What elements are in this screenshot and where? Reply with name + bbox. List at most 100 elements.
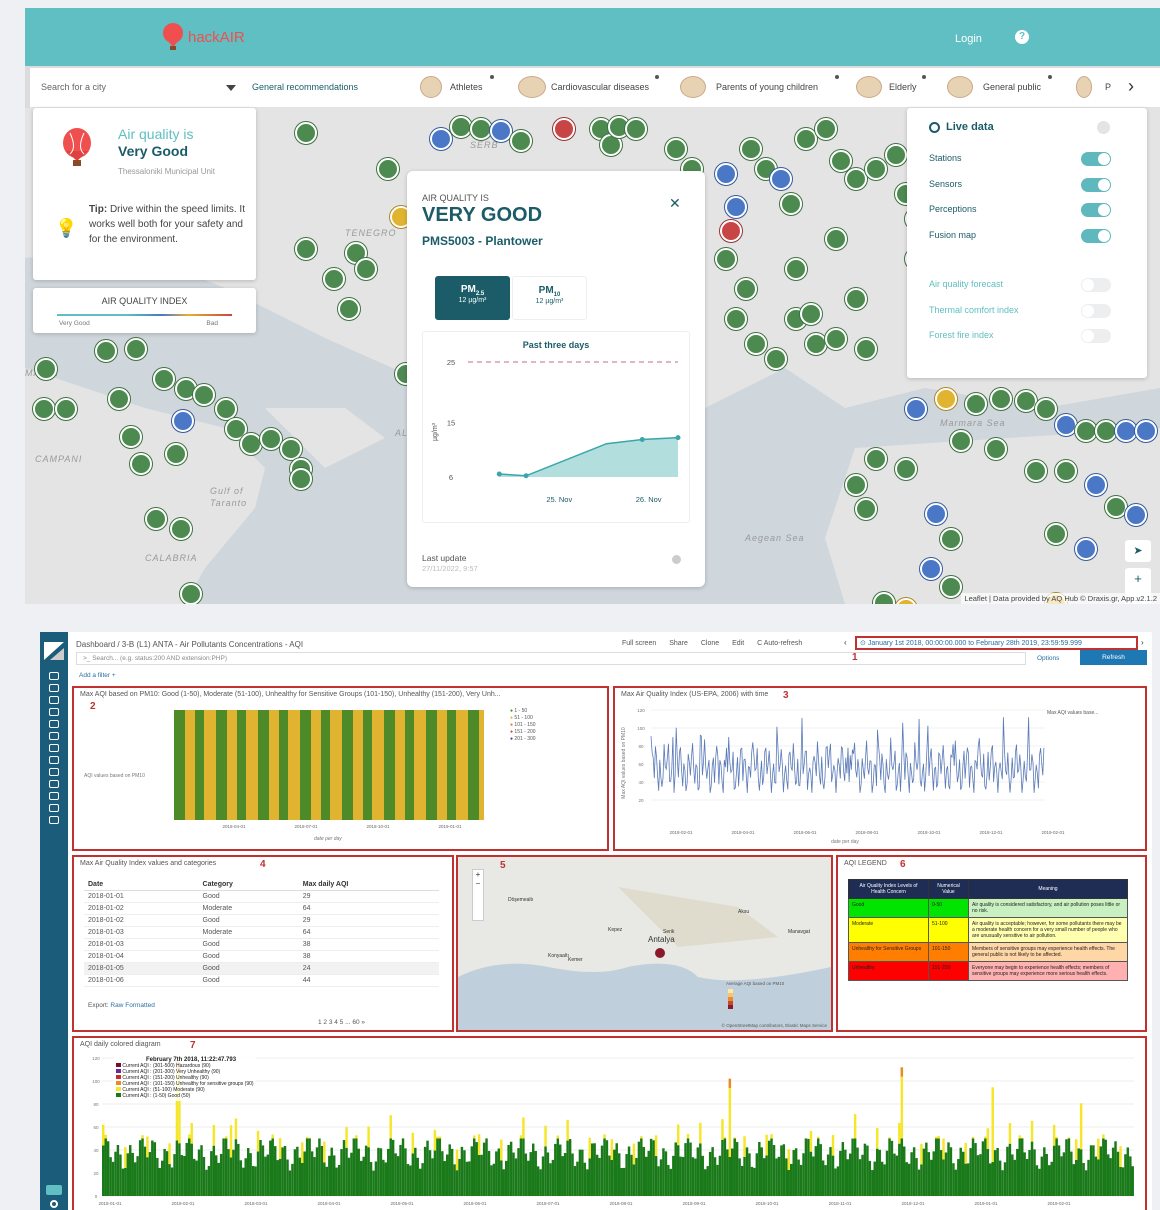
table-row[interactable]: 2018-01-02 Good 29 xyxy=(84,914,439,927)
locate-icon[interactable]: ➤ xyxy=(1125,540,1151,562)
station-pin-icon[interactable] xyxy=(765,348,787,370)
filter-more[interactable]: P xyxy=(1105,82,1111,92)
station-pin-icon[interactable] xyxy=(825,328,847,350)
station-pin-icon[interactable] xyxy=(625,118,647,140)
station-pin-icon[interactable] xyxy=(260,428,282,450)
station-pin-icon[interactable] xyxy=(935,388,957,410)
station-pin-icon[interactable] xyxy=(990,388,1012,410)
maps-icon[interactable] xyxy=(49,732,59,740)
station-pin-icon[interactable] xyxy=(215,398,237,420)
station-pin-icon[interactable] xyxy=(895,458,917,480)
station-pin-icon[interactable] xyxy=(785,258,807,280)
login-link[interactable]: Login xyxy=(955,33,982,45)
table-row[interactable]: 2018-01-04 Good 38 xyxy=(84,950,439,963)
pagination[interactable]: 1 2 3 4 5 ... 60 » xyxy=(318,1019,365,1026)
timelion-icon[interactable] xyxy=(49,708,59,716)
station-pin-icon[interactable] xyxy=(1115,420,1137,442)
station-pin-icon[interactable] xyxy=(940,576,962,598)
station-pin-icon[interactable] xyxy=(1055,414,1077,436)
station-pin-icon[interactable] xyxy=(338,298,360,320)
layer-toggle-switch[interactable] xyxy=(1081,177,1111,192)
table-row[interactable]: 2018-01-05 Good 24 xyxy=(84,962,439,975)
station-pin-icon[interactable] xyxy=(95,340,117,362)
station-pin-icon[interactable] xyxy=(377,158,399,180)
discover-icon[interactable] xyxy=(49,672,59,680)
station-pin-icon[interactable] xyxy=(165,443,187,465)
table-row[interactable]: 2018-01-01 Good 29 xyxy=(84,890,439,903)
station-pin-icon[interactable] xyxy=(355,258,377,280)
station-pin-icon[interactable] xyxy=(855,498,877,520)
station-pin-icon[interactable] xyxy=(1025,460,1047,482)
station-pin-icon[interactable] xyxy=(450,116,472,138)
share-button[interactable]: Share xyxy=(669,640,688,647)
station-pin-icon[interactable] xyxy=(553,118,575,140)
clone-button[interactable]: Clone xyxy=(701,640,719,647)
query-search-input[interactable]: >_ Search... (e.g. status:200 AND extens… xyxy=(76,652,1026,665)
station-pin-icon[interactable] xyxy=(800,303,822,325)
ml-icon[interactable] xyxy=(49,744,59,752)
station-pin-icon[interactable] xyxy=(965,393,987,415)
hackair-logo[interactable]: hackAIR xyxy=(162,23,245,51)
station-pin-icon[interactable] xyxy=(780,193,802,215)
dev-tools-icon[interactable] xyxy=(49,792,59,800)
station-pin-icon[interactable] xyxy=(865,448,887,470)
station-pin-icon[interactable] xyxy=(290,468,312,490)
station-pin-icon[interactable] xyxy=(510,130,532,152)
options-link[interactable]: Options xyxy=(1037,655,1059,662)
station-pin-icon[interactable] xyxy=(845,168,867,190)
station-pin-icon[interactable] xyxy=(940,528,962,550)
station-pin-icon[interactable] xyxy=(470,118,492,140)
station-pin-icon[interactable] xyxy=(665,138,687,160)
station-pin-icon[interactable] xyxy=(865,158,887,180)
station-pin-icon[interactable] xyxy=(795,128,817,150)
station-pin-icon[interactable] xyxy=(845,288,867,310)
station-pin-icon[interactable] xyxy=(950,430,972,452)
station-pin-icon[interactable] xyxy=(145,508,167,530)
station-pin-icon[interactable] xyxy=(885,144,907,166)
map-zoom-control[interactable]: + − xyxy=(472,869,484,921)
station-pin-icon[interactable] xyxy=(845,474,867,496)
info-icon[interactable] xyxy=(672,555,681,564)
col-header-aqi[interactable]: Max daily AQI xyxy=(298,879,439,891)
station-pin-icon[interactable] xyxy=(1105,496,1127,518)
station-pin-icon[interactable] xyxy=(745,333,767,355)
station-pin-icon[interactable] xyxy=(920,558,942,580)
layer-toggle-switch[interactable] xyxy=(1081,152,1111,166)
station-pin-icon[interactable] xyxy=(1135,420,1157,442)
station-pin-icon[interactable] xyxy=(280,438,302,460)
layer-toggle-switch[interactable] xyxy=(1081,329,1111,343)
col-header-date[interactable]: Date xyxy=(84,879,199,891)
radio-icon[interactable] xyxy=(929,122,940,133)
station-pin-icon[interactable] xyxy=(805,333,827,355)
station-pin-icon[interactable] xyxy=(735,278,757,300)
station-pin-icon[interactable] xyxy=(830,150,852,172)
station-pin-icon[interactable] xyxy=(1015,390,1037,412)
table-row[interactable]: 2018-01-06 Good 44 xyxy=(84,974,439,987)
station-pin-icon[interactable] xyxy=(725,196,747,218)
layer-toggle-switch[interactable] xyxy=(1081,228,1111,243)
station-pin-icon[interactable] xyxy=(180,583,202,604)
station-pin-icon[interactable] xyxy=(490,120,512,142)
city-search-input[interactable]: Search for a city xyxy=(41,82,106,92)
station-pin-icon[interactable] xyxy=(1095,420,1117,442)
infra-icon[interactable] xyxy=(49,756,59,764)
station-pin-icon[interactable] xyxy=(430,128,452,150)
station-pin-icon[interactable] xyxy=(1085,474,1107,496)
auto-refresh-button[interactable]: C Auto-refresh xyxy=(757,640,802,647)
kibana-logo-icon[interactable] xyxy=(44,642,64,660)
visualize-icon[interactable] xyxy=(49,684,59,692)
export-formatted-link[interactable]: Formatted xyxy=(125,1002,155,1009)
pm10-tab[interactable]: PM10 12 µg/m³ xyxy=(512,276,587,320)
help-icon[interactable]: ? xyxy=(1015,30,1029,44)
collapse-icon[interactable] xyxy=(46,1185,62,1195)
station-pin-icon[interactable] xyxy=(295,238,317,260)
station-pin-icon[interactable] xyxy=(925,503,947,525)
logs-icon[interactable] xyxy=(49,768,59,776)
close-icon[interactable]: ✕ xyxy=(669,195,681,212)
station-pin-icon[interactable] xyxy=(1045,523,1067,545)
station-pin-icon[interactable] xyxy=(193,384,215,406)
station-pin-icon[interactable] xyxy=(725,308,747,330)
station-pin-icon[interactable] xyxy=(825,228,847,250)
station-pin-icon[interactable] xyxy=(295,122,317,144)
layer-toggle-switch[interactable] xyxy=(1081,278,1111,292)
